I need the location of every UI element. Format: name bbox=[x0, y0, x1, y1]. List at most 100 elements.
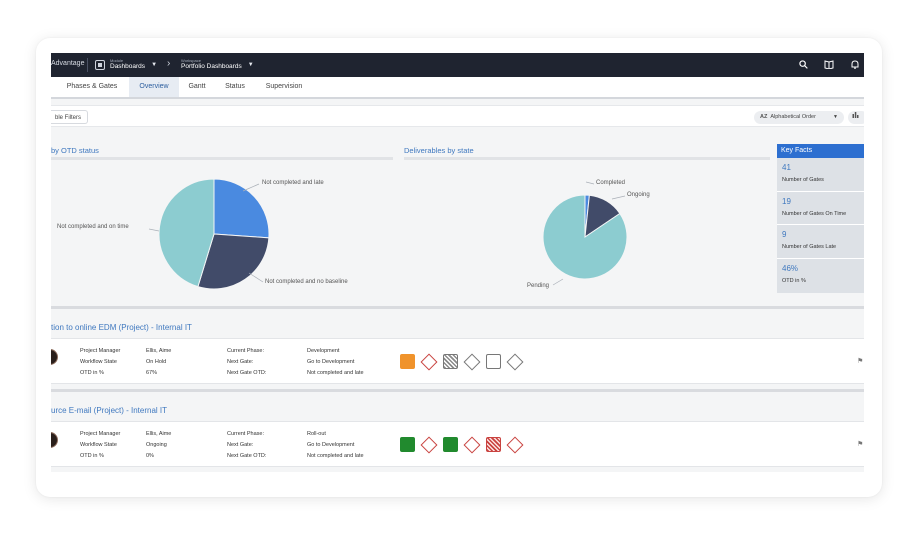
deliverables-panel-title: Deliverables by state bbox=[404, 146, 474, 155]
dashboard-icon bbox=[95, 60, 105, 70]
brand-name: Advantage bbox=[51, 60, 85, 67]
pie-label-on-time: Not completed and on time bbox=[57, 224, 129, 230]
bar-chart-icon bbox=[852, 112, 859, 118]
caret-down-icon: ▼ bbox=[833, 114, 838, 120]
sort-select[interactable]: AZ Alphabetical Order ▼ bbox=[754, 111, 844, 124]
field-value: Ellis, Aime bbox=[146, 348, 172, 354]
project-title[interactable]: urce E-mail (Project) - Internal IT bbox=[51, 406, 167, 415]
search-icon[interactable] bbox=[798, 57, 808, 71]
divider bbox=[87, 58, 88, 72]
project-row: Project Manager Ellis, Aime Workflow Sta… bbox=[51, 421, 864, 467]
field-label: Current Phase: bbox=[227, 431, 264, 437]
deliverables-pie-chart bbox=[543, 195, 627, 279]
field-label: Next Gate: bbox=[227, 359, 254, 365]
sort-label: Alphabetical Order bbox=[770, 114, 816, 120]
key-fact-label: Number of Gates bbox=[782, 177, 824, 183]
field-value: Ongoing bbox=[146, 442, 167, 448]
tab-gantt[interactable]: Gantt bbox=[181, 77, 213, 97]
pie-label-late: Not completed and late bbox=[262, 180, 324, 186]
caret-down-icon: ▼ bbox=[151, 62, 158, 68]
field-label: OTD in % bbox=[80, 370, 104, 376]
field-label: Project Manager bbox=[80, 431, 121, 437]
flag-icon[interactable]: ⚑ bbox=[857, 357, 863, 365]
otd-pie-chart bbox=[159, 179, 269, 289]
pie-slice[interactable] bbox=[213, 179, 269, 239]
key-fact-value: 19 bbox=[782, 196, 791, 206]
panel-rule bbox=[404, 157, 770, 160]
gate-indicators bbox=[400, 353, 524, 370]
pie-label-no-baseline: Not completed and no baseline bbox=[265, 279, 348, 285]
key-facts-title: Key Facts bbox=[777, 144, 864, 158]
key-fact-value: 46% bbox=[782, 263, 799, 273]
section-divider bbox=[51, 389, 864, 392]
field-label: Project Manager bbox=[80, 348, 121, 354]
tab-overview[interactable]: Overview bbox=[129, 77, 179, 97]
workspace-selector[interactable]: Workspace Portfolio Dashboards ▼ bbox=[181, 57, 254, 73]
field-value: Ellis, Aime bbox=[146, 431, 172, 437]
filters-button[interactable]: ble Filters bbox=[51, 110, 89, 124]
key-fact[interactable]: 9 Number of Gates Late bbox=[777, 225, 864, 259]
key-fact[interactable]: 41 Number of Gates bbox=[777, 158, 864, 192]
chart-view-button[interactable] bbox=[848, 111, 864, 124]
bell-icon[interactable] bbox=[850, 57, 860, 71]
field-label: Next Gate OTD: bbox=[227, 370, 267, 376]
field-value: Go to Development bbox=[307, 359, 355, 365]
workspace-name: Portfolio Dashboards bbox=[181, 63, 242, 71]
gate-square-icon[interactable] bbox=[486, 354, 501, 369]
gate-diamond-icon[interactable] bbox=[463, 436, 481, 453]
field-label: Workflow State bbox=[80, 359, 117, 365]
gate-square-icon[interactable] bbox=[486, 437, 501, 452]
field-label: Next Gate OTD: bbox=[227, 453, 267, 459]
pie-label-completed: Completed bbox=[596, 180, 626, 186]
book-icon[interactable] bbox=[824, 57, 834, 71]
field-value: Not completed and late bbox=[307, 453, 364, 459]
gate-square-icon[interactable] bbox=[400, 354, 415, 369]
field-value: On Hold bbox=[146, 359, 167, 365]
field-value: Development bbox=[307, 348, 340, 354]
field-value: Roll-out bbox=[307, 431, 326, 437]
top-bar: Advantage Module Dashboards ▼ › Workspac… bbox=[51, 53, 864, 77]
tab-status[interactable]: Status bbox=[218, 77, 252, 97]
gate-square-icon[interactable] bbox=[443, 354, 458, 369]
panel-rule bbox=[51, 157, 393, 160]
gate-diamond-icon[interactable] bbox=[463, 353, 481, 370]
field-label: OTD in % bbox=[80, 453, 104, 459]
field-label: Workflow State bbox=[80, 442, 117, 448]
key-fact-label: Number of Gates On Time bbox=[782, 210, 847, 217]
gate-square-icon[interactable] bbox=[443, 437, 458, 452]
otd-panel-title: by OTD status bbox=[51, 146, 99, 155]
sort-az-icon: AZ bbox=[760, 114, 768, 120]
module-selector[interactable]: Module Dashboards ▼ bbox=[95, 57, 157, 73]
top-icons bbox=[798, 57, 860, 71]
pie-label-pending: Pending bbox=[527, 283, 550, 289]
app-window: Advantage Module Dashboards ▼ › Workspac… bbox=[51, 53, 864, 472]
chevron-right-icon: › bbox=[167, 58, 171, 69]
key-facts-panel: Key Facts 41 Number of Gates 19 Number o… bbox=[777, 144, 864, 293]
pie-label-ongoing: Ongoing bbox=[627, 192, 650, 198]
section-divider bbox=[51, 306, 864, 309]
key-fact-label: Number of Gates Late bbox=[782, 244, 837, 250]
field-value: 0% bbox=[146, 453, 154, 459]
project-row: Project Manager Ellis, Aime Workflow Sta… bbox=[51, 338, 864, 384]
project-title[interactable]: tion to online EDM (Project) - Internal … bbox=[51, 323, 192, 332]
avatar bbox=[51, 349, 58, 365]
view-tabs: Phases & Gates Overview Gantt Status Sup… bbox=[51, 77, 864, 99]
gate-diamond-icon[interactable] bbox=[420, 353, 438, 370]
key-fact[interactable]: 46% OTD in % bbox=[777, 259, 864, 293]
gate-diamond-icon[interactable] bbox=[506, 436, 524, 453]
key-fact[interactable]: 19 Number of Gates On Time bbox=[777, 192, 864, 225]
gate-square-icon[interactable] bbox=[400, 437, 415, 452]
tab-phases-gates[interactable]: Phases & Gates bbox=[59, 77, 125, 97]
caret-down-icon: ▼ bbox=[247, 62, 254, 68]
flag-icon[interactable]: ⚑ bbox=[857, 440, 863, 448]
gate-diamond-icon[interactable] bbox=[420, 436, 438, 453]
filter-bar: ble Filters AZ Alphabetical Order ▼ bbox=[51, 105, 864, 127]
field-label: Current Phase: bbox=[227, 348, 264, 354]
key-fact-value: 41 bbox=[782, 163, 791, 172]
field-value: 67% bbox=[146, 370, 158, 376]
gate-diamond-icon[interactable] bbox=[506, 353, 524, 370]
key-fact-value: 9 bbox=[782, 230, 787, 239]
avatar bbox=[51, 432, 58, 448]
tab-supervision[interactable]: Supervision bbox=[259, 77, 309, 97]
module-name: Dashboards bbox=[110, 63, 146, 71]
